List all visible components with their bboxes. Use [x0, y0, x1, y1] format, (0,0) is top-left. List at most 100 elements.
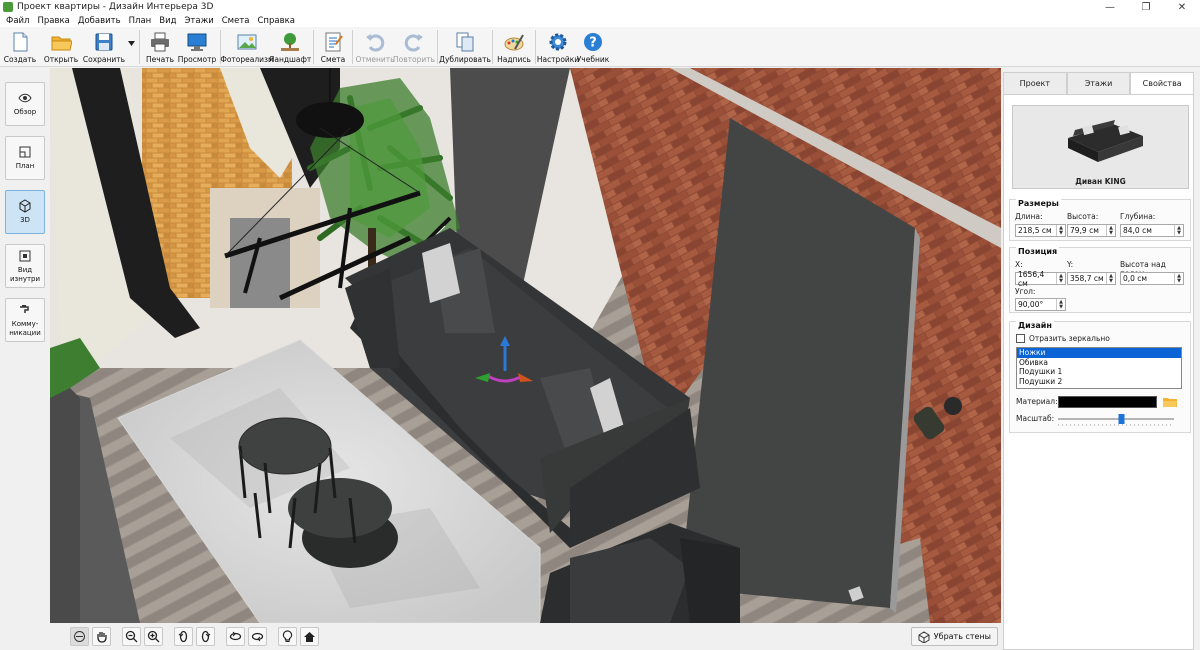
properties-panel: Проект Этажи Свойства Диван KING Размеры	[1003, 72, 1197, 650]
save-button[interactable]: Сохранить	[82, 27, 126, 67]
menu-edit[interactable]: Правка	[33, 16, 73, 26]
menu-estimate[interactable]: Смета	[218, 16, 254, 26]
menu-bar: Файл Правка Добавить План Вид Этажи Смет…	[0, 14, 1200, 27]
zoom-in-button[interactable]	[144, 627, 163, 646]
y-field[interactable]: 358,7 см ▲ ▼	[1067, 272, 1116, 285]
view-3d-button[interactable]: 3D	[5, 190, 45, 234]
landscape-label: Ландшафт	[268, 55, 312, 64]
parts-list[interactable]: Ножки Обивка Подушки 1 Подушки 2	[1016, 347, 1182, 389]
estimate-button[interactable]: Смета	[317, 27, 349, 67]
settings-button[interactable]: Настройки	[537, 27, 579, 67]
photorealism-button[interactable]: Фотореализм	[220, 27, 274, 67]
save-dropdown[interactable]	[126, 27, 136, 67]
list-item[interactable]: Подушки 1	[1017, 367, 1181, 377]
menu-add[interactable]: Добавить	[74, 16, 125, 26]
rotate-360-button[interactable]	[70, 627, 89, 646]
angle-label: Угол:	[1015, 287, 1036, 296]
close-button[interactable]: ✕	[1164, 0, 1200, 14]
tab-project[interactable]: Проект	[1003, 72, 1067, 94]
zoom-in-icon	[147, 630, 160, 643]
tilt-up-button[interactable]	[226, 627, 245, 646]
paint-brush-icon	[504, 34, 524, 51]
floor-plan-icon	[19, 146, 31, 158]
tilt-down-button[interactable]	[248, 627, 267, 646]
scale-slider-track	[1058, 414, 1174, 426]
list-item[interactable]: Подушки 2	[1017, 377, 1181, 387]
menu-file[interactable]: Файл	[2, 16, 33, 26]
list-item[interactable]: Обивка	[1017, 358, 1181, 368]
undo-label: Отменить	[355, 55, 395, 64]
spin-arrows-icon[interactable]: ▲ ▼	[1174, 273, 1183, 284]
length-value: 218,5 см	[1018, 226, 1052, 235]
maximize-button[interactable]: ❐	[1128, 0, 1164, 14]
material-swatch[interactable]	[1058, 396, 1157, 408]
open-button[interactable]: Открыть	[40, 27, 82, 67]
overview-button[interactable]: Обзор	[5, 82, 45, 126]
zoom-out-icon	[125, 630, 138, 643]
tutorial-button[interactable]: ? Учебник	[577, 27, 609, 67]
minimize-button[interactable]: —	[1092, 0, 1128, 14]
height-field[interactable]: 79,9 см ▲ ▼	[1067, 224, 1116, 237]
tab-properties[interactable]: Свойства	[1130, 72, 1195, 94]
toolbar-separator	[313, 30, 314, 64]
toolbar-separator	[437, 30, 438, 64]
zoom-out-button[interactable]	[122, 627, 141, 646]
y-value: 358,7 см	[1070, 274, 1104, 283]
communications-button[interactable]: Комму- никации	[5, 298, 45, 342]
redo-button[interactable]: Повторить	[393, 27, 435, 67]
dimensions-group: Размеры Длина: 218,5 см ▲ ▼ Высота: 79,9 …	[1009, 199, 1191, 241]
menu-floors[interactable]: Этажи	[180, 16, 217, 26]
inside-view-button[interactable]: Вид изнутри	[5, 244, 45, 288]
plan-label: План	[15, 162, 35, 170]
3d-scene	[50, 68, 1001, 623]
redo-icon	[404, 34, 423, 52]
rotate-right-icon	[201, 630, 211, 643]
rotate-left-button[interactable]	[174, 627, 193, 646]
x-field[interactable]: 1656,4 см ▲ ▼	[1015, 270, 1066, 288]
elevation-field[interactable]: 0,0 см ▲ ▼	[1120, 272, 1184, 285]
scale-slider[interactable]	[1058, 414, 1174, 426]
x-label: X:	[1015, 260, 1023, 269]
create-button[interactable]: Создать	[0, 27, 40, 67]
spin-arrows-icon[interactable]: ▲ ▼	[1106, 273, 1115, 284]
3d-viewport[interactable]	[50, 68, 1001, 623]
home-view-button[interactable]	[300, 627, 319, 646]
menu-view[interactable]: Вид	[155, 16, 180, 26]
folder-open-icon	[51, 36, 72, 51]
folder-icon[interactable]	[1163, 396, 1177, 407]
length-field[interactable]: 218,5 см ▲ ▼	[1015, 224, 1066, 237]
menu-plan[interactable]: План	[125, 16, 156, 26]
rotate-right-button[interactable]	[196, 627, 215, 646]
create-label: Создать	[3, 55, 37, 64]
height-value: 79,9 см	[1070, 226, 1099, 235]
tilt-up-icon	[229, 631, 242, 641]
dimensions-title: Размеры	[1016, 199, 1061, 208]
landscape-button[interactable]: Ландшафт	[268, 27, 312, 67]
undo-button[interactable]: Отменить	[355, 27, 395, 67]
scale-slider-thumb[interactable]	[1118, 414, 1125, 424]
labels-button[interactable]: Надпись	[496, 27, 532, 67]
duplicate-button[interactable]: Дублировать	[439, 27, 491, 67]
lighting-button[interactable]	[278, 627, 297, 646]
spin-arrows-icon[interactable]: ▲ ▼	[1056, 299, 1065, 310]
spin-arrows-icon[interactable]: ▲ ▼	[1056, 225, 1065, 236]
hide-walls-button[interactable]: Убрать стены	[910, 627, 998, 646]
menu-help[interactable]: Справка	[254, 16, 299, 26]
preview-button[interactable]: Просмотр	[177, 27, 217, 67]
plan-button[interactable]: План	[5, 136, 45, 180]
print-button[interactable]: Печать	[143, 27, 177, 67]
estimate-label: Смета	[320, 55, 346, 64]
spin-arrows-icon[interactable]: ▲ ▼	[1174, 225, 1183, 236]
mirror-label: Отразить зеркально	[1029, 334, 1110, 343]
pan-button[interactable]	[92, 627, 111, 646]
angle-field[interactable]: 90,00° ▲ ▼	[1015, 298, 1066, 311]
tab-floors[interactable]: Этажи	[1066, 72, 1131, 94]
list-item[interactable]: Ножки	[1017, 348, 1181, 358]
height-label: Высота:	[1067, 212, 1099, 221]
y-label: Y:	[1067, 260, 1074, 269]
preview-label: Просмотр	[177, 55, 217, 64]
mirror-checkbox[interactable]	[1016, 334, 1025, 343]
spin-arrows-icon[interactable]: ▲ ▼	[1106, 225, 1115, 236]
depth-field[interactable]: 84,0 см ▲ ▼	[1120, 224, 1184, 237]
spin-arrows-icon[interactable]: ▲ ▼	[1056, 273, 1065, 284]
